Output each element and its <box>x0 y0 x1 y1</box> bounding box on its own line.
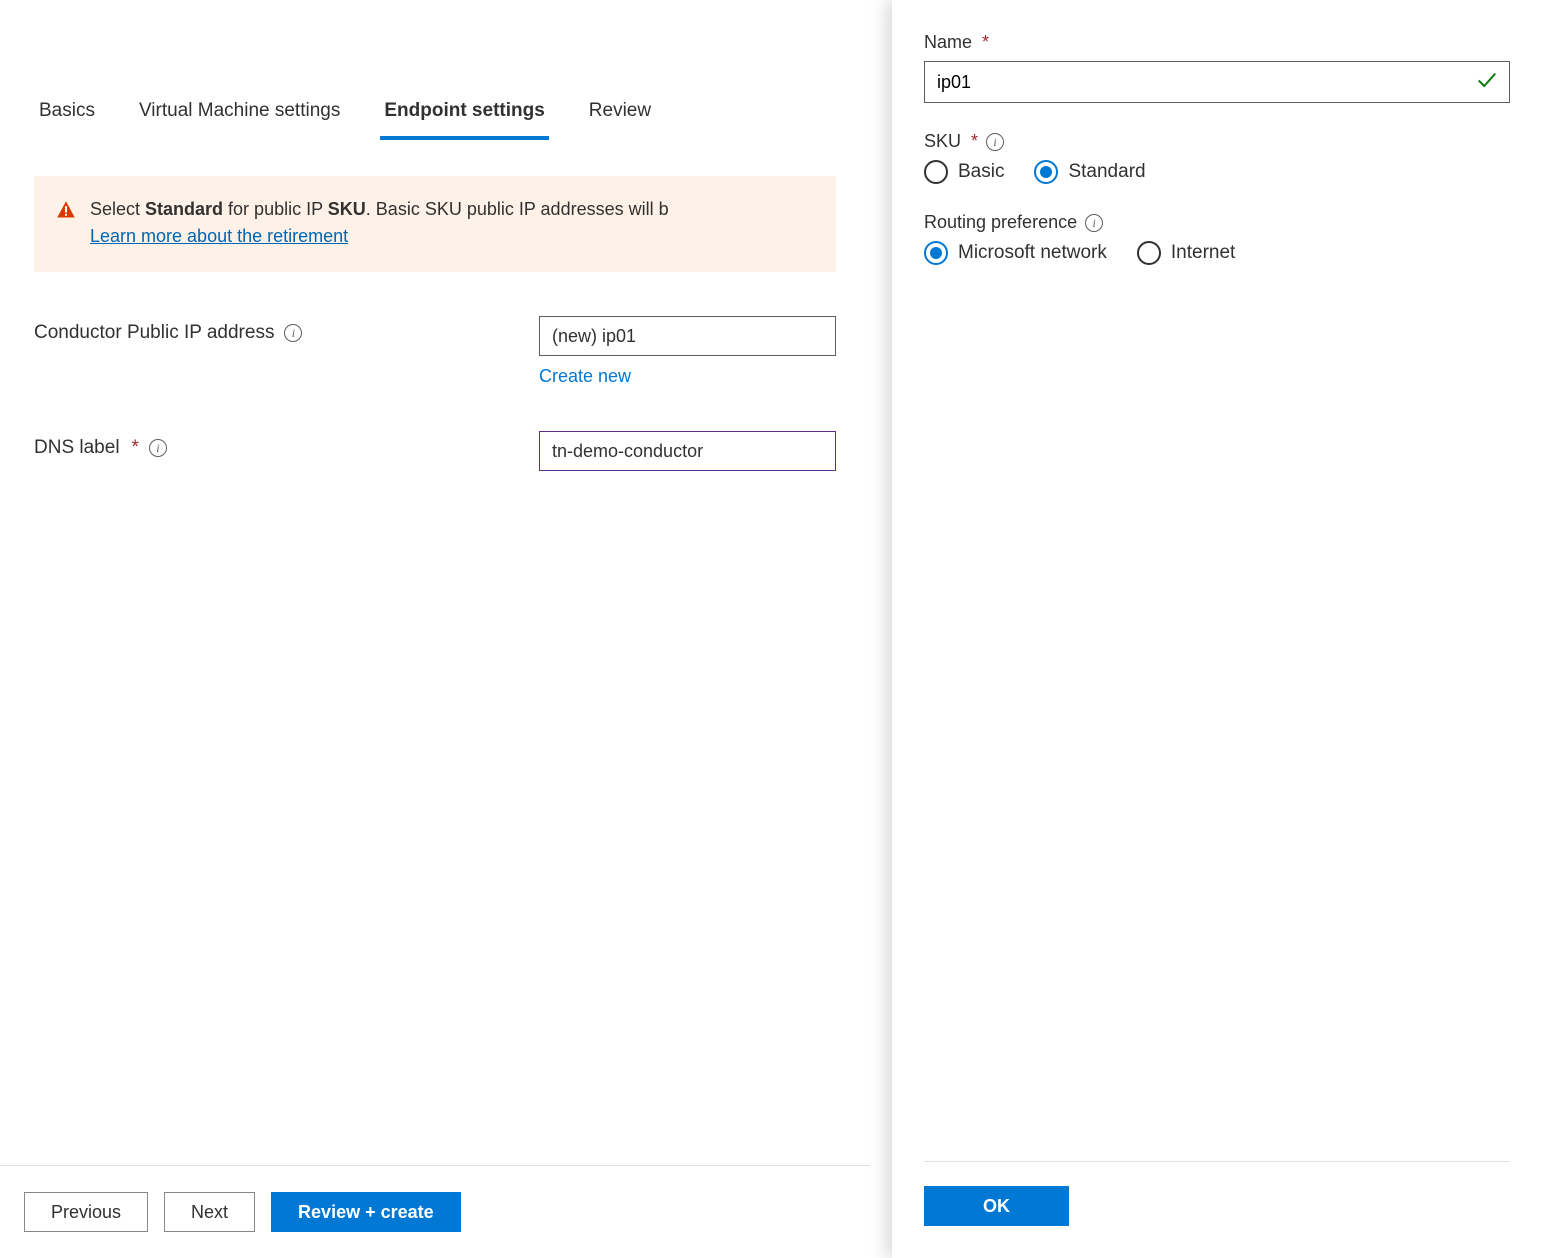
label-dns: DNS label* i <box>34 431 539 459</box>
label-public-ip: Conductor Public IP address i <box>34 316 539 344</box>
learn-more-link[interactable]: Learn more about the retirement <box>90 226 348 246</box>
ok-button[interactable]: OK <box>924 1186 1069 1226</box>
sku-warning-alert: Select Standard for public IP SKU. Basic… <box>34 176 836 272</box>
review-create-button[interactable]: Review + create <box>271 1192 461 1232</box>
alert-text: Select Standard for public IP SKU. Basic… <box>90 196 669 250</box>
radio-icon <box>924 160 948 184</box>
sku-radio-group: Basic Standard <box>924 160 1510 184</box>
required-asterisk: * <box>132 437 139 459</box>
endpoint-form: Conductor Public IP address i Create new… <box>0 272 870 471</box>
required-asterisk: * <box>982 32 989 53</box>
public-ip-select[interactable] <box>539 316 836 356</box>
main-content: Basics Virtual Machine settings Endpoint… <box>0 0 870 1258</box>
label-sku: SKU* i <box>924 131 1510 152</box>
row-dns-label: DNS label* i <box>34 431 836 471</box>
name-input[interactable] <box>924 61 1510 103</box>
row-public-ip: Conductor Public IP address i Create new <box>34 316 836 387</box>
previous-button[interactable]: Previous <box>24 1192 148 1232</box>
info-icon[interactable]: i <box>986 133 1004 151</box>
routing-internet-radio[interactable]: Internet <box>1137 241 1235 265</box>
tab-bar: Basics Virtual Machine settings Endpoint… <box>0 0 870 140</box>
required-asterisk: * <box>971 131 978 152</box>
sku-standard-radio[interactable]: Standard <box>1034 160 1145 184</box>
info-icon[interactable]: i <box>284 324 302 342</box>
tab-review[interactable]: Review <box>585 90 655 140</box>
warning-icon <box>56 196 76 228</box>
dns-label-input[interactable] <box>539 431 836 471</box>
radio-icon <box>924 241 948 265</box>
info-icon[interactable]: i <box>149 439 167 457</box>
wizard-footer: Previous Next Review + create <box>0 1165 870 1258</box>
panel-footer: OK <box>924 1161 1510 1258</box>
routing-radio-group: Microsoft network Internet <box>924 241 1510 265</box>
create-new-link[interactable]: Create new <box>539 366 631 387</box>
radio-icon <box>1034 160 1058 184</box>
radio-icon <box>1137 241 1161 265</box>
create-public-ip-panel: Name* SKU* i Basic Standard Routing pref… <box>892 0 1542 1258</box>
checkmark-icon <box>1476 70 1498 95</box>
info-icon[interactable]: i <box>1085 214 1103 232</box>
sku-basic-radio[interactable]: Basic <box>924 160 1004 184</box>
tab-vm-settings[interactable]: Virtual Machine settings <box>135 90 344 140</box>
tab-basics[interactable]: Basics <box>35 90 99 140</box>
label-name: Name* <box>924 32 1510 53</box>
tab-endpoint-settings[interactable]: Endpoint settings <box>380 90 548 140</box>
routing-ms-radio[interactable]: Microsoft network <box>924 241 1107 265</box>
next-button[interactable]: Next <box>164 1192 255 1232</box>
label-routing: Routing preference i <box>924 212 1510 233</box>
